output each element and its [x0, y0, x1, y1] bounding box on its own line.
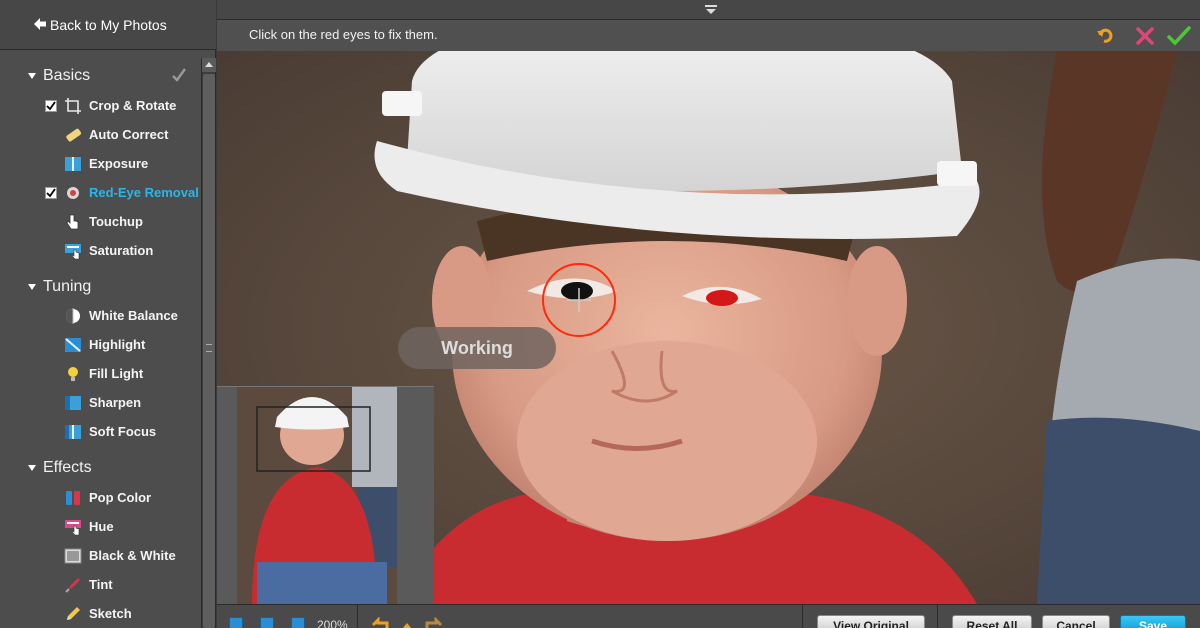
- tool-label: Auto Correct: [89, 127, 169, 142]
- tool-label: Fill Light: [89, 366, 144, 381]
- divider: [937, 605, 938, 628]
- instruction-bar: Click on the red eyes to fix them.: [217, 20, 1200, 51]
- tool-label: Black & White: [89, 548, 176, 563]
- apply-check-icon[interactable]: [1167, 26, 1191, 46]
- bulb-icon: [68, 367, 78, 381]
- sidebar-scrollbar[interactable]: [201, 58, 216, 628]
- section-basics[interactable]: Basics: [0, 61, 200, 91]
- tool-sketch[interactable]: Sketch: [0, 599, 200, 628]
- tool-auto-correct[interactable]: Auto Correct: [0, 120, 200, 149]
- tool-sharpen[interactable]: Sharpen: [0, 388, 200, 417]
- working-label: Working: [441, 338, 513, 358]
- tool-label: Soft Focus: [89, 424, 157, 439]
- tool-label: Sharpen: [89, 395, 142, 410]
- tool-tint[interactable]: Tint: [0, 570, 200, 599]
- collapse-bar[interactable]: [217, 0, 1200, 20]
- tool-crop-rotate[interactable]: Crop & Rotate: [0, 91, 200, 120]
- tool-checkbox[interactable]: [45, 100, 57, 112]
- tool-label: Saturation: [89, 243, 154, 258]
- cancel-x-icon[interactable]: [1135, 26, 1155, 46]
- navigator-image: [217, 387, 434, 604]
- tool-checkbox[interactable]: [45, 187, 57, 199]
- saturation-icon: [65, 244, 81, 260]
- zoom-in-button[interactable]: [260, 617, 274, 628]
- zoom-actual-button[interactable]: [291, 617, 305, 628]
- navigator-thumbnail[interactable]: [217, 386, 434, 604]
- section-effects[interactable]: Effects: [0, 453, 200, 483]
- undo-icon[interactable]: [1095, 26, 1115, 46]
- tool-black-white[interactable]: Black & White: [0, 541, 200, 570]
- touchup-hand-icon: [66, 214, 79, 230]
- tool-hue[interactable]: Hue: [0, 512, 200, 541]
- tool-saturation[interactable]: Saturation: [0, 236, 200, 265]
- scroll-thumb[interactable]: [203, 74, 215, 628]
- exposure-icon: [65, 157, 81, 171]
- tool-pop-color[interactable]: Pop Color: [0, 483, 200, 512]
- red-eye-icon: [67, 187, 79, 199]
- tool-label: Highlight: [89, 337, 146, 352]
- pencil-icon: [67, 607, 80, 620]
- zoom-level: 200%: [317, 618, 348, 628]
- tint-dropper-icon: [65, 578, 80, 593]
- tool-exposure[interactable]: Exposure: [0, 149, 200, 178]
- hue-icon: [65, 520, 81, 536]
- tool-label: Pop Color: [89, 490, 152, 505]
- undo-arrow-icon[interactable]: [371, 617, 389, 628]
- tool-white-balance[interactable]: White Balance: [0, 301, 200, 330]
- collapse-arrow-icon[interactable]: [705, 5, 717, 15]
- tool-label: White Balance: [89, 308, 178, 323]
- sharpen-icon: [65, 396, 81, 410]
- tool-soft-focus[interactable]: Soft Focus: [0, 417, 200, 446]
- instruction-text: Click on the red eyes to fix them.: [249, 27, 438, 42]
- section-done-check-icon: [172, 68, 186, 82]
- cancel-button[interactable]: Cancel: [1042, 615, 1110, 628]
- tool-fill-light[interactable]: Fill Light: [0, 359, 200, 388]
- bottom-toolbar: 200% View Original Reset All Cancel Save: [217, 604, 1200, 628]
- back-arrow-icon: [34, 18, 46, 30]
- section-title: Basics: [43, 67, 91, 84]
- black-white-icon: [64, 548, 82, 564]
- section-title: Tuning: [43, 278, 92, 295]
- soft-focus-icon: [65, 425, 81, 439]
- divider: [802, 605, 803, 628]
- pop-color-icon: [66, 491, 80, 505]
- tool-panel: Basics Crop & Rotate Auto Correct Exposu…: [0, 60, 200, 628]
- back-label: Back to My Photos: [50, 16, 167, 33]
- tool-label: Touchup: [89, 214, 143, 229]
- view-original-button[interactable]: View Original: [817, 615, 925, 628]
- history-marker-icon[interactable]: [402, 621, 412, 628]
- tool-touchup[interactable]: Touchup: [0, 207, 200, 236]
- tool-label: Red-Eye Removal: [89, 185, 199, 200]
- divider: [357, 605, 358, 628]
- tool-label: Hue: [89, 519, 114, 534]
- tool-label: Tint: [89, 577, 113, 592]
- back-to-photos-button[interactable]: Back to My Photos: [0, 0, 216, 50]
- white-balance-icon: [66, 308, 80, 324]
- tool-highlight[interactable]: Highlight: [0, 330, 200, 359]
- tool-red-eye-removal[interactable]: Red-Eye Removal: [0, 178, 200, 207]
- scroll-up-button[interactable]: [202, 58, 216, 72]
- section-title: Effects: [43, 459, 92, 476]
- reset-all-button[interactable]: Reset All: [952, 615, 1032, 628]
- section-tuning[interactable]: Tuning: [0, 272, 200, 302]
- sidebar: Back to My Photos Basics Crop & Rotate A…: [0, 0, 216, 628]
- tool-label: Crop & Rotate: [89, 98, 177, 113]
- zoom-fit-button[interactable]: [229, 617, 243, 628]
- save-button[interactable]: Save: [1120, 615, 1186, 628]
- highlight-icon: [65, 338, 81, 352]
- tool-label: Exposure: [89, 156, 149, 171]
- wand-icon: [66, 128, 82, 142]
- expand-triangle-icon: [28, 73, 36, 79]
- tool-label: Sketch: [89, 606, 132, 621]
- photo-canvas[interactable]: Working: [217, 51, 1200, 604]
- crop-icon: [65, 98, 81, 114]
- expand-triangle-icon: [28, 284, 36, 290]
- working-indicator: Working: [398, 327, 556, 369]
- expand-triangle-icon: [28, 465, 36, 471]
- redo-arrow-icon[interactable]: [425, 617, 443, 628]
